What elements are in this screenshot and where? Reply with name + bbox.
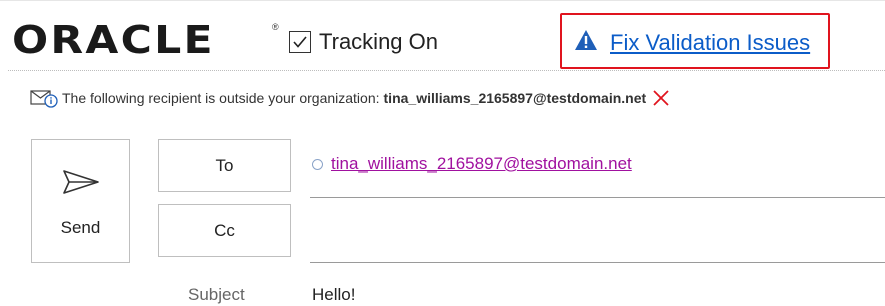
send-button[interactable]: Send [31, 139, 130, 263]
registered-mark: ® [272, 22, 279, 32]
to-recipient[interactable]: tina_williams_2165897@testdomain.net [312, 154, 632, 174]
send-label: Send [60, 218, 101, 237]
to-recipient-email[interactable]: tina_williams_2165897@testdomain.net [331, 154, 632, 174]
cc-input[interactable] [310, 205, 885, 257]
subject-label: Subject [188, 285, 245, 304]
tracking-label: Tracking On [319, 29, 439, 54]
warning-triangle-icon [575, 30, 597, 50]
header-divider [8, 70, 885, 71]
subject-input[interactable]: Hello! [312, 285, 355, 305]
presence-circle-icon [312, 158, 323, 170]
fix-validation-highlight: Fix Validation Issues [560, 13, 830, 69]
cc-field-underline [310, 262, 885, 263]
to-field-underline [310, 197, 885, 198]
fix-validation-link[interactable]: Fix Validation Issues [610, 30, 810, 56]
notice-address: tina_williams_2165897@testdomain.net [383, 90, 647, 106]
send-icon [63, 170, 99, 194]
tracking-checkbox[interactable] [289, 31, 311, 53]
tracking-toggle[interactable]: Tracking On [289, 29, 438, 55]
notice-text: The following recipient is outside your … [62, 90, 380, 106]
external-mail-info-icon [30, 90, 58, 108]
checkmark-icon [293, 36, 307, 48]
external-recipient-notice: The following recipient is outside your … [30, 86, 670, 110]
close-icon[interactable] [652, 89, 670, 107]
top-border [0, 0, 885, 1]
to-button[interactable]: To [158, 139, 291, 192]
cc-button[interactable]: Cc [158, 204, 291, 257]
oracle-logo: ORACLE [12, 18, 215, 62]
